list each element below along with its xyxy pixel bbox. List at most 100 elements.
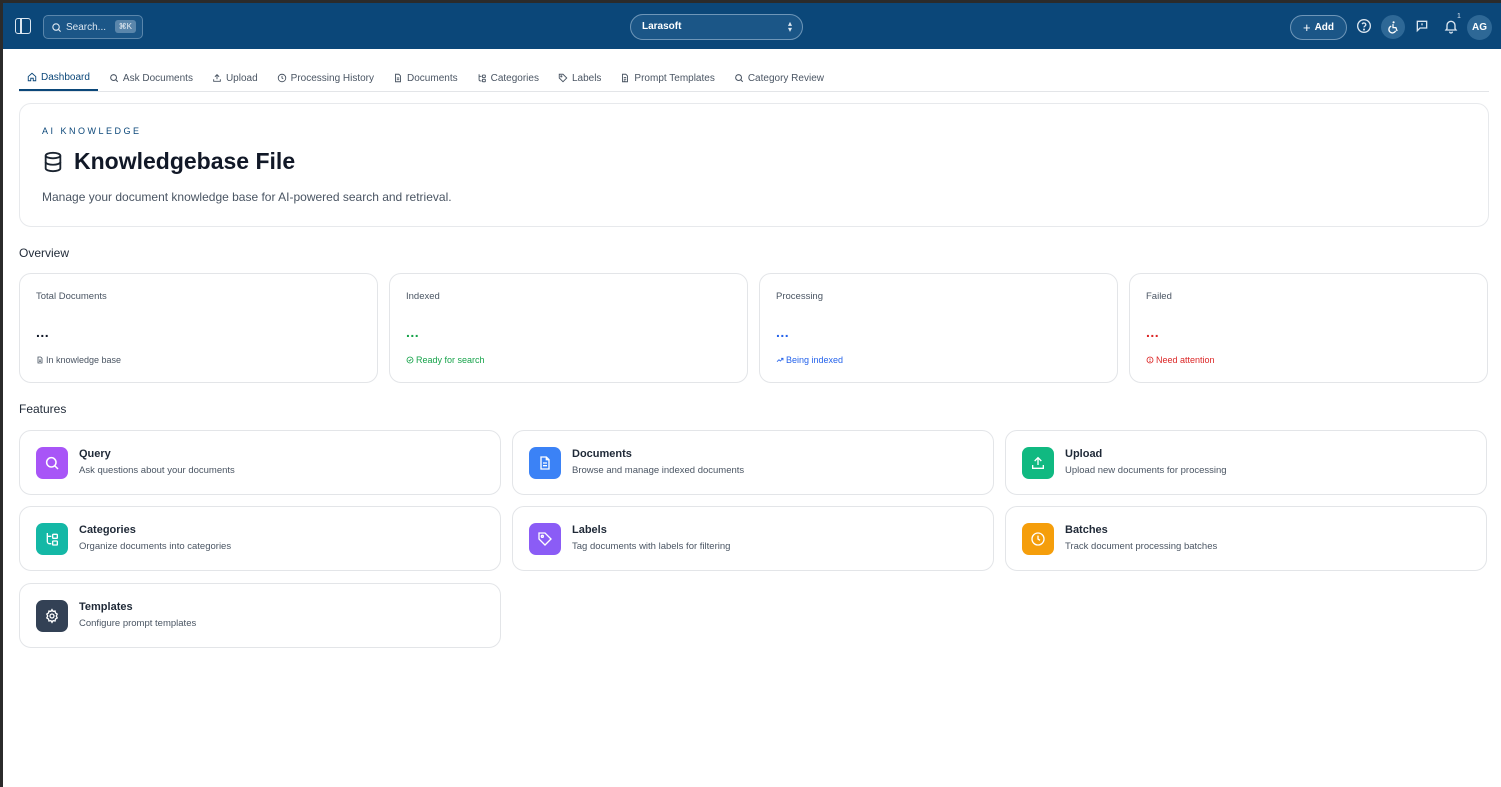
clock-icon xyxy=(1022,523,1054,555)
feature-card-batches[interactable]: Batches Track document processing batche… xyxy=(1005,506,1487,571)
stat-indexed: Indexed ... Ready for search xyxy=(389,273,748,383)
tab-bar: Dashboard Ask Documents Upload Processin… xyxy=(19,65,1489,92)
trending-up-icon xyxy=(776,357,784,362)
feature-card-labels[interactable]: Labels Tag documents with labels for fil… xyxy=(512,506,994,571)
tab-dashboard[interactable]: Dashboard xyxy=(19,65,98,91)
tab-categories[interactable]: Categories xyxy=(469,65,547,91)
tab-upload[interactable]: Upload xyxy=(204,65,266,91)
accessibility-button[interactable] xyxy=(1381,15,1405,39)
company-selector[interactable]: Larasoft ▴ ▾ xyxy=(630,14,803,40)
feature-title: Categories xyxy=(79,524,136,536)
stat-value: ... xyxy=(406,324,420,340)
hero-heading: Knowledgebase File xyxy=(42,148,295,175)
stat-label: Failed xyxy=(1146,291,1172,302)
stat-value: ... xyxy=(776,324,790,340)
tab-label: Category Review xyxy=(747,72,824,84)
tab-label: Upload xyxy=(225,72,258,84)
tab-labels[interactable]: Labels xyxy=(550,65,609,91)
stat-sub: Ready for search xyxy=(406,355,485,365)
stat-value: ... xyxy=(36,324,50,340)
feature-card-upload[interactable]: Upload Upload new documents for processi… xyxy=(1005,430,1487,495)
stat-sub: Need attention xyxy=(1146,355,1215,365)
database-icon xyxy=(44,151,62,172)
stat-sub-text: Need attention xyxy=(1156,355,1215,365)
tab-label: Labels xyxy=(571,72,602,84)
tree-icon xyxy=(478,74,486,83)
stat-sub: In knowledge base xyxy=(36,355,121,365)
tag-icon xyxy=(558,73,568,83)
sidebar-toggle-icon[interactable] xyxy=(15,18,31,34)
upload-icon xyxy=(213,74,221,82)
feedback-icon[interactable] xyxy=(1414,18,1430,34)
alert-circle-icon xyxy=(1146,356,1154,364)
avatar[interactable]: AG xyxy=(1467,15,1492,40)
add-button[interactable]: + Add xyxy=(1290,15,1347,40)
feature-card-templates[interactable]: Templates Configure prompt templates xyxy=(19,583,501,648)
tree-icon xyxy=(36,523,68,555)
feature-title: Upload xyxy=(1065,448,1103,460)
feature-description: Configure prompt templates xyxy=(79,618,197,629)
search-icon xyxy=(734,74,743,83)
tab-label: Documents xyxy=(407,72,458,84)
feature-description: Ask questions about your documents xyxy=(79,465,235,476)
hero-card: AI KNOWLEDGE Knowledgebase File Manage y… xyxy=(19,103,1489,227)
tab-processing-history[interactable]: Processing History xyxy=(269,65,382,91)
search-placeholder: Search... xyxy=(66,21,107,33)
gear-icon xyxy=(36,600,68,632)
feature-title: Labels xyxy=(572,524,607,536)
tab-label: Ask Documents xyxy=(122,72,193,84)
file-text-icon xyxy=(622,73,629,83)
overview-heading: Overview xyxy=(19,246,70,260)
features-heading: Features xyxy=(19,402,67,416)
home-icon xyxy=(27,72,37,82)
stat-sub: Being indexed xyxy=(776,355,843,365)
file-icon xyxy=(395,73,401,83)
add-label: Add xyxy=(1314,22,1335,33)
search-icon xyxy=(36,447,68,479)
company-name: Larasoft xyxy=(642,21,682,32)
clock-icon xyxy=(277,73,286,83)
tab-label: Processing History xyxy=(290,72,375,84)
chevron-up-down-icon: ▴ ▾ xyxy=(787,19,792,34)
page-title: Knowledgebase File xyxy=(74,148,296,174)
stat-processing: Processing ... Being indexed xyxy=(759,273,1118,383)
feature-description: Organize documents into categories xyxy=(79,541,232,552)
file-icon xyxy=(529,447,561,479)
stat-failed: Failed ... Need attention xyxy=(1129,273,1488,383)
help-icon[interactable] xyxy=(1356,18,1372,34)
feature-description: Upload new documents for processing xyxy=(1065,465,1227,476)
search-button[interactable]: Search... ⌘K xyxy=(43,15,143,39)
search-icon xyxy=(110,74,119,83)
search-icon xyxy=(52,22,62,32)
app-window: Search... ⌘K Larasoft ▴ ▾ + Add 1 AG Dash… xyxy=(3,3,1501,787)
upload-icon xyxy=(1022,447,1054,479)
tab-category-review[interactable]: Category Review xyxy=(726,65,832,91)
stat-label: Processing xyxy=(776,291,823,302)
stat-sub-text: Ready for search xyxy=(416,355,485,365)
stat-label: Total Documents xyxy=(36,291,107,302)
top-bar: Search... ⌘K Larasoft ▴ ▾ + Add 1 AG xyxy=(3,3,1501,49)
feature-title: Templates xyxy=(79,601,133,613)
file-icon xyxy=(37,356,43,364)
feature-card-categories[interactable]: Categories Organize documents into categ… xyxy=(19,506,501,571)
stat-value: ... xyxy=(1146,324,1160,340)
hero-kicker: AI KNOWLEDGE xyxy=(42,126,142,136)
tab-label: Categories xyxy=(490,72,539,84)
tab-label: Prompt Templates xyxy=(634,72,715,84)
feature-description: Tag documents with labels for filtering xyxy=(572,541,731,552)
stat-total-documents: Total Documents ... In knowledge base xyxy=(19,273,378,383)
accessibility-icon xyxy=(1388,21,1398,34)
notification-badge: 1 xyxy=(1457,13,1461,20)
stat-sub-text: Being indexed xyxy=(786,355,844,365)
tab-prompt-templates[interactable]: Prompt Templates xyxy=(612,65,722,91)
feature-description: Track document processing batches xyxy=(1065,541,1218,552)
tab-ask-documents[interactable]: Ask Documents xyxy=(101,65,201,91)
feature-card-query[interactable]: Query Ask questions about your documents xyxy=(19,430,501,495)
feature-card-documents[interactable]: Documents Browse and manage indexed docu… xyxy=(512,430,994,495)
bell-icon[interactable] xyxy=(1443,18,1459,34)
feature-title: Batches xyxy=(1065,524,1108,536)
feature-title: Query xyxy=(79,448,111,460)
check-circle-icon xyxy=(406,356,414,364)
plus-icon: + xyxy=(1302,20,1311,35)
tab-documents[interactable]: Documents xyxy=(385,65,466,91)
